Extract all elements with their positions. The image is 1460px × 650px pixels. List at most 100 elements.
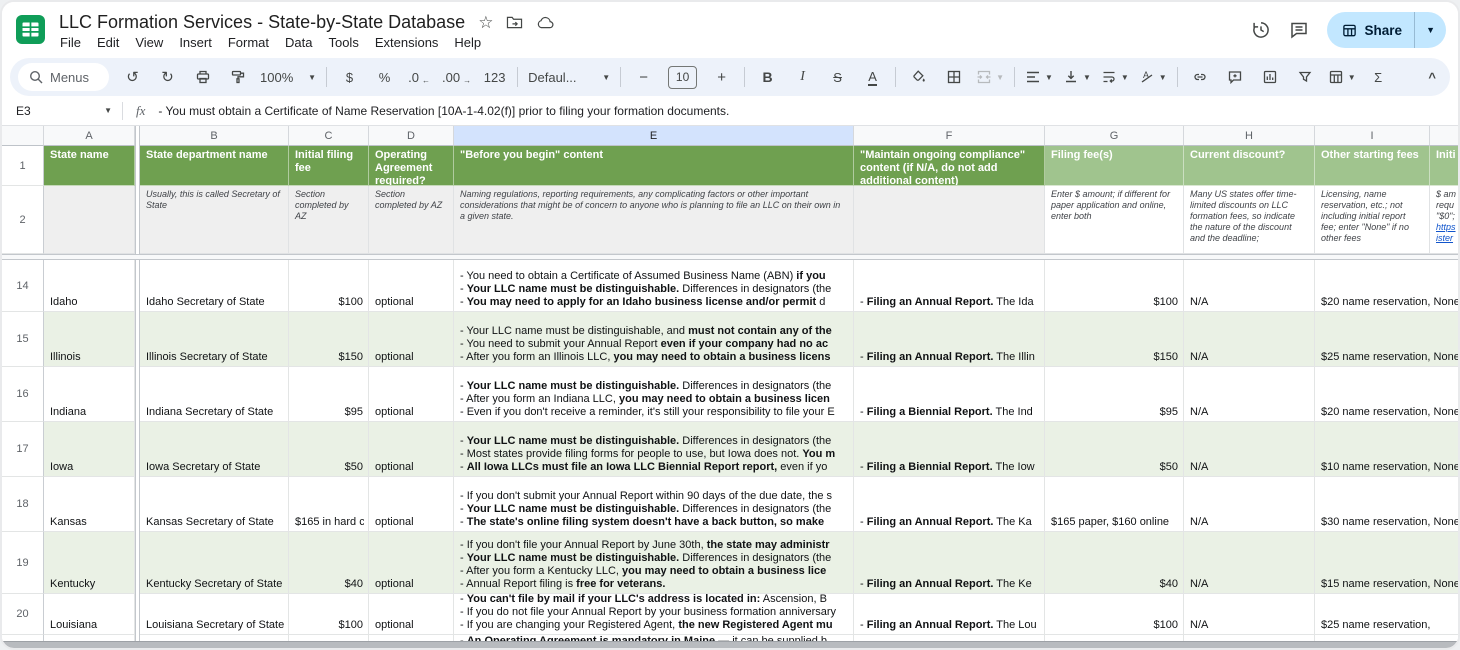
cell-I15-other-fees[interactable]: $25 name reservation, None (1315, 312, 1458, 367)
cell-H14-discount[interactable]: N/A (1184, 260, 1315, 312)
menu-edit[interactable]: Edit (89, 32, 127, 53)
cell-F14-compliance[interactable]: - Filing an Annual Report. The Ida (854, 260, 1045, 312)
cell-A1[interactable]: State name (44, 146, 135, 186)
row-header-1[interactable]: 1 (2, 146, 44, 186)
cloud-status-icon[interactable] (536, 15, 555, 30)
cell-B18-department[interactable]: Kansas Secretary of State (140, 477, 289, 532)
functions-button[interactable]: Σ (1361, 64, 1396, 90)
table-views-button[interactable]: ▼ (1323, 64, 1361, 90)
hide-toolbar-icon[interactable]: ^ (1428, 70, 1436, 85)
cell-F2[interactable] (854, 186, 1045, 254)
share-button[interactable]: Share ▼ (1327, 12, 1446, 48)
cell-G18-filing-fee[interactable]: $165 paper, $160 online (1045, 477, 1184, 532)
cell-D16-operating-agreement[interactable]: optional (369, 367, 454, 422)
menu-insert[interactable]: Insert (171, 32, 220, 53)
cell-I2[interactable]: Licensing, name reservation, etc.; not i… (1315, 186, 1430, 254)
text-color-button[interactable]: A (855, 64, 890, 90)
paint-format-button[interactable] (220, 64, 255, 90)
menu-extensions[interactable]: Extensions (367, 32, 447, 53)
cell-I18-other-fees[interactable]: $30 name reservation, None (1315, 477, 1458, 532)
cell-F15-compliance[interactable]: - Filing an Annual Report. The Illin (854, 312, 1045, 367)
column-header-C[interactable]: C (289, 126, 369, 146)
star-icon[interactable]: ☆ (478, 14, 493, 31)
cell-A19-state[interactable]: Kentucky (44, 532, 135, 594)
cell-E16-before-you-begin[interactable]: - Your LLC name must be distinguishable.… (454, 367, 854, 422)
fill-color-button[interactable] (901, 64, 936, 90)
cell-B17-department[interactable]: Iowa Secretary of State (140, 422, 289, 477)
increase-decimals-button[interactable]: .00→ (437, 64, 477, 90)
cell-D14-operating-agreement[interactable]: optional (369, 260, 454, 312)
cell-A16-state[interactable]: Indiana (44, 367, 135, 422)
move-folder-icon[interactable] (506, 15, 523, 30)
cell-D1[interactable]: Operating Agreement required? (369, 146, 454, 186)
cell-F19-compliance[interactable]: - Filing an Annual Report. The Ke (854, 532, 1045, 594)
menu-help[interactable]: Help (446, 32, 489, 53)
cell-I17-other-fees[interactable]: $10 name reservation, None (1315, 422, 1458, 477)
cell-A2[interactable] (44, 186, 135, 254)
cell-E20-before-you-begin[interactable]: - You can't file by mail if your LLC's a… (454, 594, 854, 635)
cell-H2[interactable]: Many US states offer time-limited discou… (1184, 186, 1315, 254)
row-header-18[interactable]: 18 (2, 477, 44, 532)
menu-view[interactable]: View (127, 32, 171, 53)
cell-A15-state[interactable]: Illinois (44, 312, 135, 367)
name-box[interactable]: E3 ▼ (2, 104, 122, 118)
grid-corner[interactable] (2, 126, 44, 146)
cell-G1[interactable]: Filing fee(s) (1045, 146, 1184, 186)
sheets-logo-icon[interactable] (16, 15, 45, 44)
row-header-2[interactable]: 2 (2, 186, 44, 254)
undo-button[interactable]: ↺ (115, 64, 150, 90)
column-header-B[interactable]: B (140, 126, 289, 146)
cell-D20-operating-agreement[interactable]: optional (369, 594, 454, 635)
cell-C15-fee[interactable]: $150 (289, 312, 369, 367)
cell-C16-fee[interactable]: $95 (289, 367, 369, 422)
zoom-button[interactable]: 100%▼ (255, 64, 321, 90)
increase-font-size-button[interactable]: + (704, 64, 739, 90)
more-formats-button[interactable]: 123 (477, 64, 512, 90)
row-header-17[interactable]: 17 (2, 422, 44, 477)
cell-F17-compliance[interactable]: - Filing a Biennial Report. The Iow (854, 422, 1045, 477)
cell-A14-state[interactable]: Idaho (44, 260, 135, 312)
cell-G15-filing-fee[interactable]: $150 (1045, 312, 1184, 367)
cell-B14-department[interactable]: Idaho Secretary of State (140, 260, 289, 312)
row-header-19[interactable]: 19 (2, 532, 44, 594)
cell-C1[interactable]: Initial filing fee (289, 146, 369, 186)
cell-I20-other-fees[interactable]: $25 name reservation, (1315, 594, 1458, 635)
cell-E15-before-you-begin[interactable]: - Your LLC name must be distinguishable,… (454, 312, 854, 367)
cell-C2[interactable]: Section completed by AZ (289, 186, 369, 254)
cell-C20-fee[interactable]: $100 (289, 594, 369, 635)
cell-J1[interactable]: Initi (1430, 146, 1458, 186)
row-header-15[interactable]: 15 (2, 312, 44, 367)
cell-F18-compliance[interactable]: - Filing an Annual Report. The Ka (854, 477, 1045, 532)
cell-F1[interactable]: "Maintain ongoing compliance" content (i… (854, 146, 1045, 186)
italic-button[interactable]: I (785, 64, 820, 90)
cell-I1[interactable]: Other starting fees (1315, 146, 1430, 186)
cell-E2[interactable]: Naming regulations, reporting requiremen… (454, 186, 854, 254)
cell-H16-discount[interactable]: N/A (1184, 367, 1315, 422)
comment-history-icon[interactable] (1289, 20, 1309, 40)
merge-cells-button[interactable]: ▼ (971, 64, 1009, 90)
cell-C17-fee[interactable]: $50 (289, 422, 369, 477)
create-filter-button[interactable] (1288, 64, 1323, 90)
formula-input[interactable]: - You must obtain a Certificate of Name … (158, 104, 729, 118)
cell-B2[interactable]: Usually, this is called Secretary of Sta… (140, 186, 289, 254)
redo-button[interactable]: ↻ (150, 64, 185, 90)
cell-I19-other-fees[interactable]: $15 name reservation, None (1315, 532, 1458, 594)
print-button[interactable] (185, 64, 220, 90)
strikethrough-button[interactable]: S (820, 64, 855, 90)
column-header-F[interactable]: F (854, 126, 1045, 146)
cell-H15-discount[interactable]: N/A (1184, 312, 1315, 367)
row-header-20[interactable]: 20 (2, 594, 44, 635)
cell-F20-compliance[interactable]: - Filing an Annual Report. The Lou (854, 594, 1045, 635)
row-header-14[interactable]: 14 (2, 260, 44, 312)
cell-G17-filing-fee[interactable]: $50 (1045, 422, 1184, 477)
cell-I14-other-fees[interactable]: $20 name reservation, None (1315, 260, 1458, 312)
cell-G20-filing-fee[interactable]: $100 (1045, 594, 1184, 635)
cell-E1[interactable]: "Before you begin" content (454, 146, 854, 186)
menu-format[interactable]: Format (220, 32, 277, 53)
cell-B16-department[interactable]: Indiana Secretary of State (140, 367, 289, 422)
cell-G19-filing-fee[interactable]: $40 (1045, 532, 1184, 594)
font-family-button[interactable]: Defaul...▼ (523, 64, 615, 90)
cell-H20-discount[interactable]: N/A (1184, 594, 1315, 635)
cell-E18-before-you-begin[interactable]: - If you don't submit your Annual Report… (454, 477, 854, 532)
font-size-button[interactable]: 10 (661, 64, 704, 90)
